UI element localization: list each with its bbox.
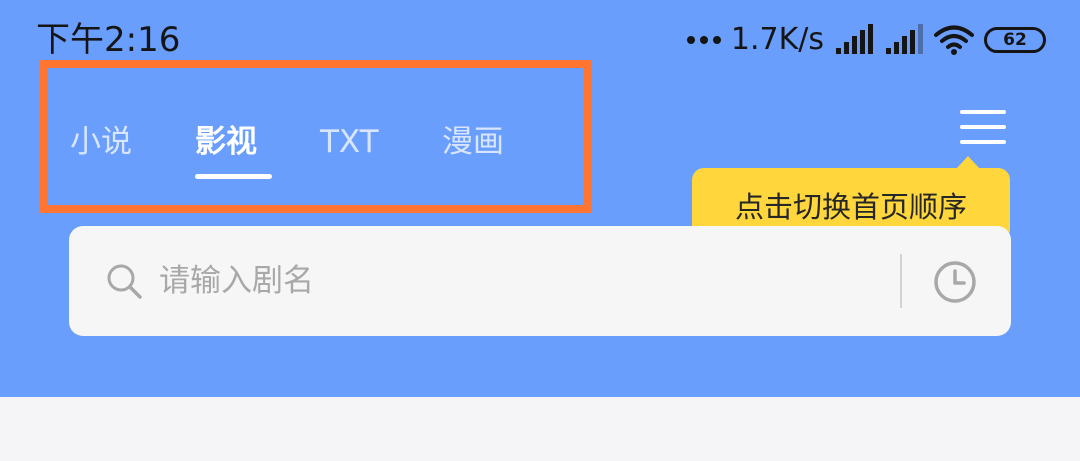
clock-icon[interactable] (933, 260, 977, 304)
battery-icon: 62 (984, 27, 1046, 53)
status-time: 下午2:16 (36, 20, 181, 60)
tab-novel[interactable]: 小说 (70, 120, 132, 164)
search-box[interactable] (69, 226, 1011, 336)
menu-icon[interactable] (960, 110, 1006, 144)
search-input[interactable] (159, 256, 869, 306)
status-bar-right: 1.7K/s 62 (686, 18, 1046, 62)
tooltip-text: 点击切换首页顺序 (734, 189, 967, 224)
search-divider (900, 254, 902, 308)
tab-txt[interactable]: TXT (320, 120, 379, 164)
signal-icon (886, 24, 923, 54)
more-notifications-icon (686, 36, 721, 44)
category-tabs: 小说 影视 TXT 漫画 (40, 60, 592, 213)
search-icon (107, 264, 142, 299)
active-tab-indicator (195, 174, 272, 179)
tab-comic[interactable]: 漫画 (442, 120, 504, 164)
battery-level: 62 (1003, 30, 1027, 50)
tab-film-tv[interactable]: 影视 (195, 120, 257, 164)
signal-icon (836, 24, 873, 54)
wifi-icon (934, 25, 974, 55)
content-area (0, 397, 1080, 461)
header: 下午2:16 1.7K/s 62 小说 影视 TXT 漫画 点击切换首页顺序 请… (0, 0, 1080, 397)
network-speed: 1.7K/s (730, 22, 824, 57)
